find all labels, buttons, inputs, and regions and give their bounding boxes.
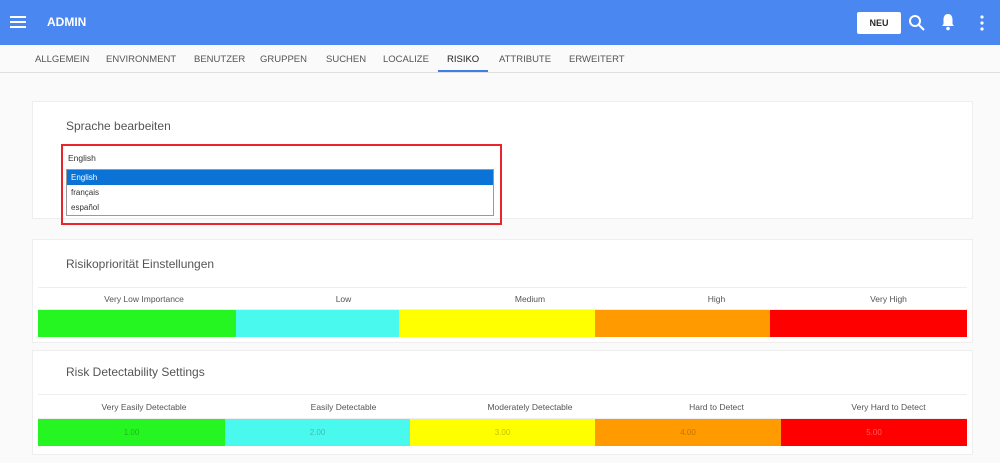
highlight-annotation <box>61 144 502 225</box>
tab-suchen[interactable]: SUCHEN <box>326 54 366 65</box>
detectability-section-title: Risk Detectability Settings <box>66 365 205 379</box>
search-icon[interactable] <box>908 14 926 32</box>
detectability-label: Moderately Detectable <box>487 401 573 412</box>
priority-color-cell[interactable] <box>38 310 236 337</box>
admin-tabs: ALLGEMEIN ENVIRONMENT BENUTZER GRUPPEN S… <box>0 45 1000 73</box>
detectability-label: Easily Detectable <box>310 401 377 412</box>
tab-erweitert[interactable]: ERWEITERT <box>569 54 625 65</box>
detectability-value-cell[interactable]: 4.00 <box>595 419 781 446</box>
detectability-value-cell[interactable]: 2.00 <box>225 419 410 446</box>
tab-benutzer[interactable]: BENUTZER <box>194 54 245 65</box>
priority-header-row: Very Low Importance Low Medium High Very… <box>38 287 967 310</box>
detectability-label: Very Easily Detectable <box>101 401 187 412</box>
tab-localize[interactable]: LOCALIZE <box>383 54 429 65</box>
detectability-value-cell[interactable]: 5.00 <box>781 419 967 446</box>
menu-icon[interactable] <box>10 13 26 33</box>
detectability-header-row: Very Easily Detectable Easily Detectable… <box>38 394 967 419</box>
detectability-value-cell[interactable]: 1.00 <box>38 419 225 446</box>
priority-label: High <box>707 293 726 304</box>
priority-label: Low <box>335 293 352 304</box>
priority-color-band <box>38 310 967 337</box>
tab-allgemein[interactable]: ALLGEMEIN <box>35 54 89 65</box>
priority-color-cell[interactable] <box>236 310 399 337</box>
tab-environment[interactable]: ENVIRONMENT <box>106 54 176 65</box>
priority-color-cell[interactable] <box>595 310 770 337</box>
priority-color-cell[interactable] <box>770 310 967 337</box>
detectability-color-band: 1.00 2.00 3.00 4.00 5.00 <box>38 419 967 446</box>
new-button[interactable]: NEU <box>857 12 901 34</box>
detectability-value-cell[interactable]: 3.00 <box>410 419 595 446</box>
active-tab-indicator <box>438 70 488 72</box>
more-vert-icon[interactable] <box>979 14 985 32</box>
priority-label: Very Low Importance <box>104 293 184 304</box>
language-section-title: Sprache bearbeiten <box>66 119 171 133</box>
priority-color-cell[interactable] <box>399 310 595 337</box>
detectability-label: Hard to Detect <box>689 401 744 412</box>
priority-label: Very High <box>870 293 907 304</box>
tab-gruppen[interactable]: GRUPPEN <box>260 54 307 65</box>
app-title: ADMIN <box>47 15 87 29</box>
tab-attribute[interactable]: ATTRIBUTE <box>499 54 551 65</box>
priority-label: Medium <box>514 293 546 304</box>
tab-risiko[interactable]: RISIKO <box>447 54 479 65</box>
bell-icon[interactable] <box>941 13 955 31</box>
priority-section-title: Risikopriorität Einstellungen <box>66 257 215 271</box>
app-header: ADMIN NEU <box>0 0 1000 45</box>
detectability-label: Very Hard to Detect <box>851 401 926 412</box>
